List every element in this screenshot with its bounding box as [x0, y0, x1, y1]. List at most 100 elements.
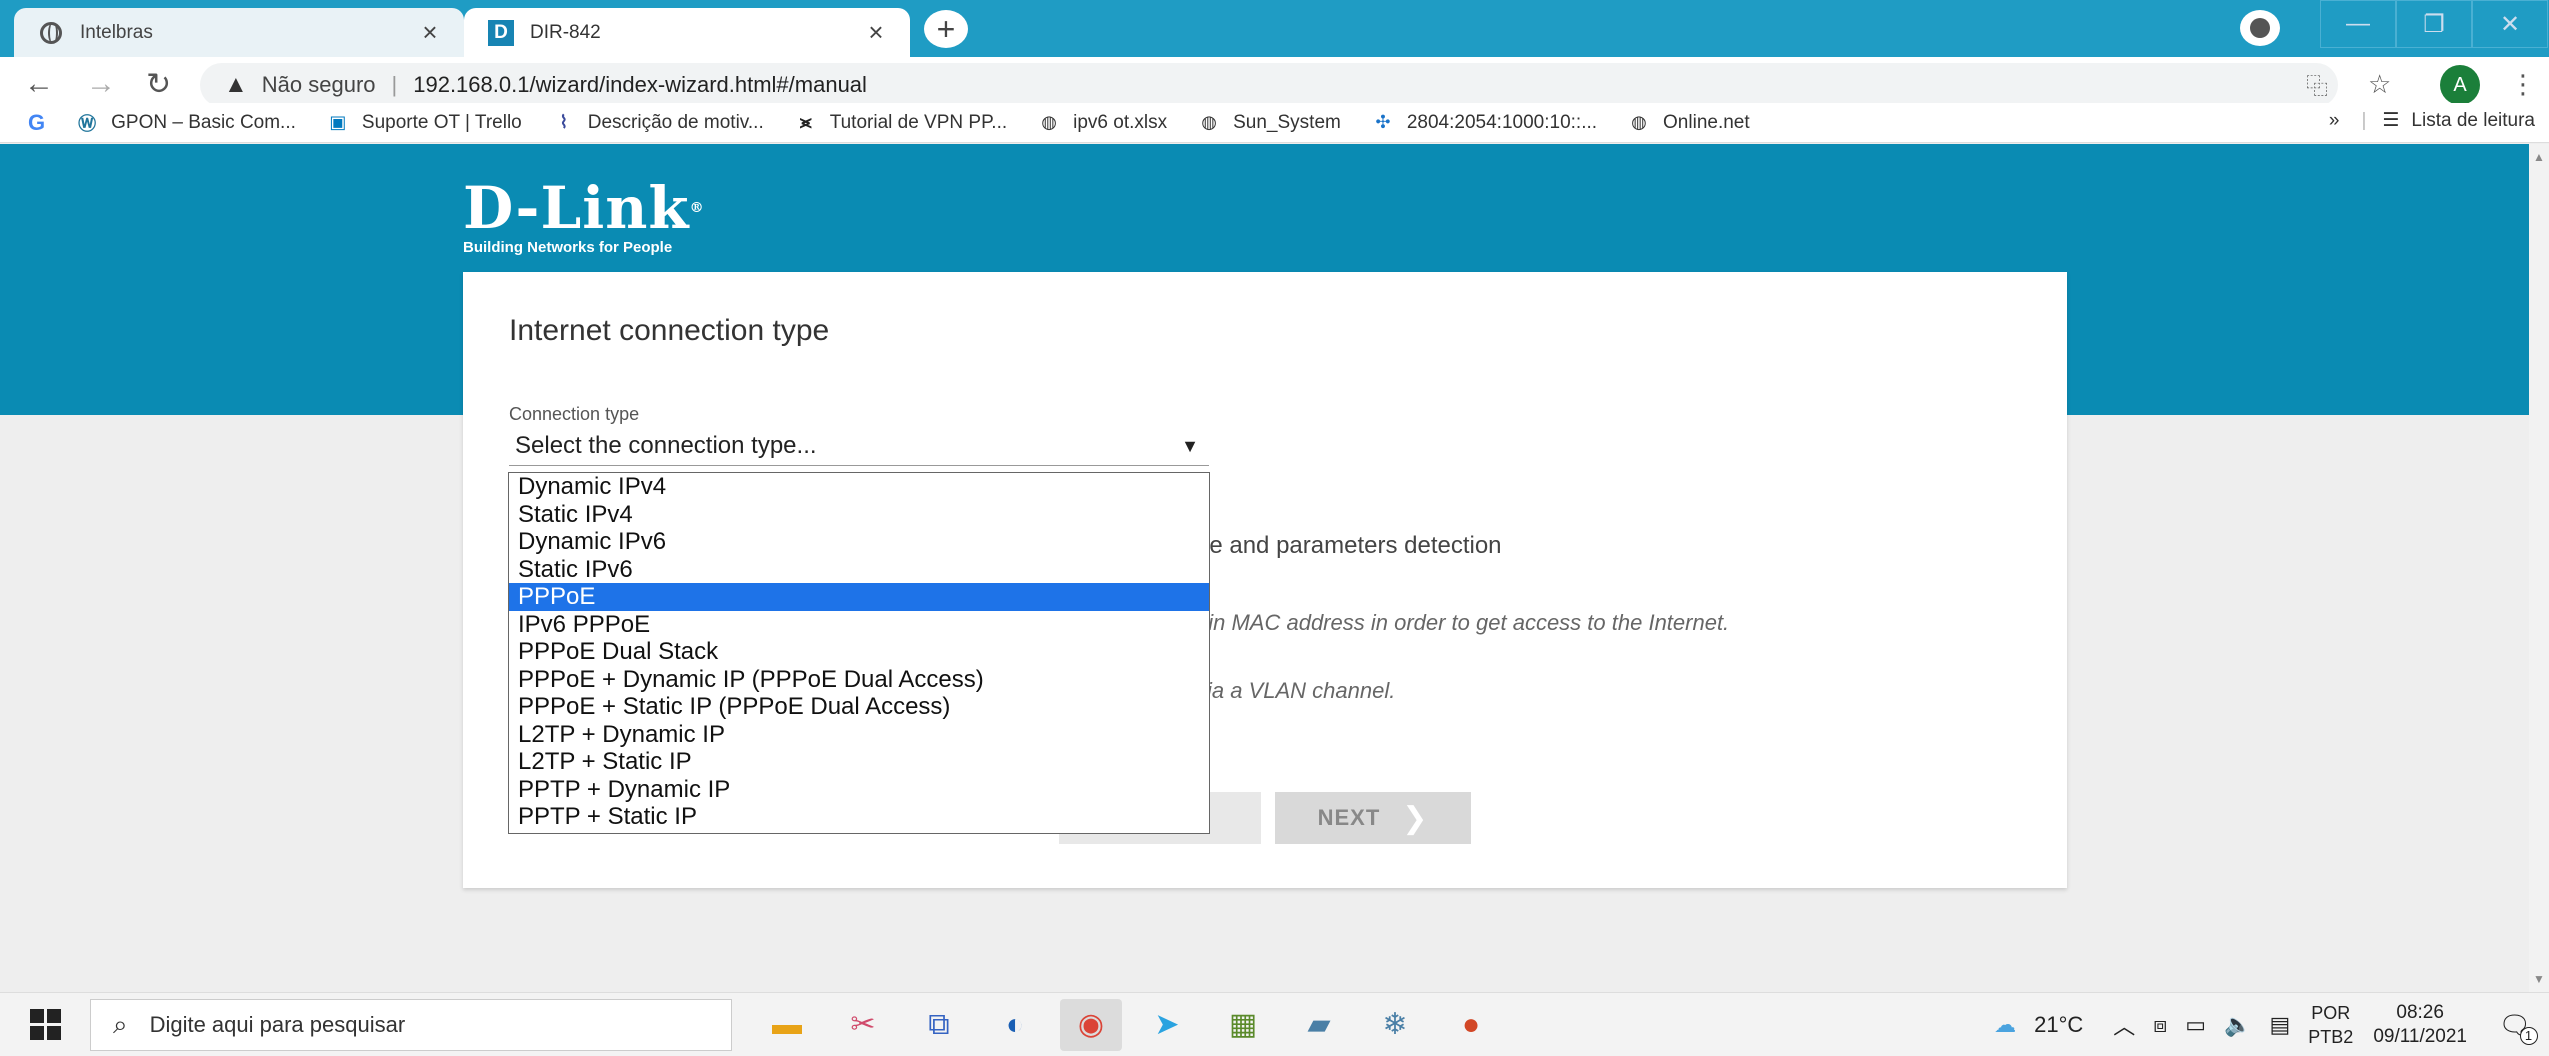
connection-type-select[interactable]: Select the connection type... ▼: [509, 426, 1209, 466]
dropdown-option[interactable]: Static IPv6: [509, 556, 1209, 584]
chrome-icon[interactable]: ◉: [1060, 998, 1122, 1051]
close-icon[interactable]: ×: [856, 17, 896, 48]
new-tab-button[interactable]: +: [924, 10, 968, 48]
bookmark-label: Online.net: [1663, 111, 1750, 133]
bookmark-item[interactable]: ⪤ Tutorial de VPN PP...: [794, 111, 1007, 135]
tab-title: DIR-842: [530, 21, 601, 43]
file-explorer-icon[interactable]: ▬: [756, 999, 818, 1051]
battery-icon[interactable]: ▭: [2185, 1012, 2206, 1038]
spreadsheet-icon[interactable]: ▦: [1212, 999, 1274, 1051]
page-scrollbar[interactable]: ▲ ▼: [2529, 144, 2549, 992]
windows-logo-icon: [29, 1009, 61, 1040]
tab-intelbras[interactable]: Intelbras ×: [14, 8, 464, 57]
window-close-icon[interactable]: ✕: [2472, 0, 2548, 48]
tab-search-icon[interactable]: [2240, 10, 2280, 46]
scroll-up-icon[interactable]: ▲: [2533, 150, 2545, 164]
search-icon: ⌕: [113, 1008, 128, 1039]
search-placeholder: Digite aqui para pesquisar: [149, 1011, 406, 1037]
dlink-favicon-icon: D: [488, 19, 514, 46]
chart-icon: ⌇: [559, 112, 569, 132]
bookmark-item[interactable]: ◍ Online.net: [1627, 111, 1750, 135]
bookmark-label: 2804:2054:1000:10::...: [1406, 111, 1598, 133]
select-value: Select the connection type...: [515, 431, 817, 459]
meet-icon[interactable]: ⧈: [2153, 1012, 2167, 1038]
vlan-hint-text: via a VLAN channel.: [1196, 678, 1396, 703]
bookmark-label: Descrição de motiv...: [587, 111, 764, 133]
address-bar[interactable]: ▲ Não seguro | 192.168.0.1 /wizard/index…: [200, 63, 2338, 107]
avatar[interactable]: A: [2440, 65, 2480, 105]
connection-type-dropdown[interactable]: Dynamic IPv4 Static IPv4 Dynamic IPv6 St…: [508, 472, 1210, 834]
globe-icon: ◍: [1041, 112, 1057, 132]
clock[interactable]: 08:26 09/11/2021: [2373, 1001, 2467, 1049]
restore-icon[interactable]: ❐: [2396, 0, 2472, 48]
network-icon: ✣: [1375, 112, 1391, 132]
network-icon[interactable]: ▤: [2269, 1012, 2290, 1038]
notification-count: 1: [2519, 1026, 2538, 1045]
dropdown-option[interactable]: L2TP + Dynamic IP: [509, 721, 1209, 749]
bookmark-item[interactable]: ▣ Suporte OT | Trello: [326, 111, 522, 135]
mac-hint-text: ain MAC address in order to get access t…: [1196, 610, 1730, 635]
security-label[interactable]: Não seguro: [262, 72, 376, 98]
clock-date: 09/11/2021: [2373, 1026, 2467, 1047]
input-language[interactable]: POR PTB2: [2308, 1001, 2353, 1049]
network-tool-icon[interactable]: ⧉: [908, 999, 970, 1051]
globe-icon: [38, 20, 64, 46]
dropdown-option[interactable]: IPv6 PPPoE: [509, 611, 1209, 639]
wordpress-icon: Ⓦ: [78, 113, 97, 134]
dropdown-option[interactable]: Dynamic IPv6: [509, 528, 1209, 556]
reload-icon[interactable]: ↻: [146, 67, 171, 102]
globe-icon: ◍: [1631, 112, 1647, 132]
reading-list-icon: ☰: [2382, 110, 2400, 131]
caret-down-icon: ▼: [1181, 436, 1199, 456]
vpn-icon: ⪤: [799, 112, 812, 132]
system-tray: ☁ 21°C ︿ ⧈ ▭ 🔈 ▤ POR PTB2 08:26 09/11/20…: [1994, 993, 2549, 1056]
dropdown-option[interactable]: PPPoE Dual Stack: [509, 638, 1209, 666]
chevron-right-icon: ❯: [1402, 801, 1429, 835]
dropdown-option[interactable]: Dynamic IPv4: [509, 473, 1209, 501]
bookmark-item[interactable]: Ⓦ GPON – Basic Com...: [75, 111, 296, 135]
dropdown-option[interactable]: PPTP + Dynamic IP: [509, 776, 1209, 804]
taskbar-search-input[interactable]: ⌕ Digite aqui para pesquisar: [90, 998, 732, 1051]
close-icon[interactable]: ×: [410, 17, 450, 48]
dropdown-option[interactable]: Static IPv4: [509, 501, 1209, 529]
arrow-left-icon[interactable]: ←: [24, 67, 54, 101]
weather-icon[interactable]: ☁: [1994, 1012, 2016, 1038]
scroll-down-icon[interactable]: ▼: [2533, 972, 2545, 986]
tab-dir-842[interactable]: D DIR-842 ×: [464, 8, 910, 57]
chevron-more-icon[interactable]: »: [2329, 110, 2340, 132]
bookmark-item[interactable]: ⌇ Descrição de motiv...: [552, 111, 764, 135]
bookmark-item[interactable]: ◍ Sun_System: [1197, 111, 1341, 135]
arrow-right-icon[interactable]: →: [86, 67, 116, 101]
bookmark-item[interactable]: ◍ ipv6 ot.xlsx: [1037, 111, 1167, 135]
dropdown-option[interactable]: PPTP + Static IP: [509, 803, 1209, 831]
snowflake-icon[interactable]: ❄: [1364, 999, 1426, 1051]
bookmark-label: Suporte OT | Trello: [361, 111, 522, 133]
tab-title: Intelbras: [80, 21, 153, 43]
next-button[interactable]: NEXT ❯: [1275, 792, 1471, 844]
edge-icon[interactable]: ◐: [984, 999, 1046, 1051]
minimize-icon[interactable]: —: [2320, 0, 2396, 48]
star-icon[interactable]: ☆: [2368, 69, 2391, 100]
dropdown-option[interactable]: PPPoE + Static IP (PPPoE Dual Access): [509, 693, 1209, 721]
telegram-icon[interactable]: ➤: [1136, 999, 1198, 1051]
dropdown-option[interactable]: PPPoE + Dynamic IP (PPPoE Dual Access): [509, 666, 1209, 694]
powerpoint-icon[interactable]: ●: [1440, 999, 1502, 1051]
notes-icon[interactable]: ▰: [1288, 999, 1350, 1051]
weather-temperature[interactable]: 21°C: [2034, 1012, 2083, 1038]
chevron-up-icon[interactable]: ︿: [2113, 1009, 2135, 1041]
speaker-icon[interactable]: 🔈: [2224, 1012, 2251, 1038]
kebab-menu-icon[interactable]: ⋮: [2510, 69, 2536, 100]
keyboard-layout: PTB2: [2308, 1027, 2354, 1047]
reading-list-button[interactable]: Lista de leitura: [2411, 110, 2535, 132]
dropdown-option[interactable]: L2TP + Static IP: [509, 748, 1209, 776]
google-icon[interactable]: G: [28, 110, 45, 136]
start-button[interactable]: [0, 993, 90, 1056]
dropdown-option-selected[interactable]: PPPoE: [509, 583, 1209, 611]
dlink-logo: D-Link® Building Networks for People: [463, 174, 705, 256]
lang-code: POR: [2311, 1003, 2351, 1023]
notification-center-icon[interactable]: 🗨 1: [2493, 1005, 2538, 1045]
translate-icon[interactable]: ⿻: [2306, 69, 2328, 101]
bookmark-item[interactable]: ✣ 2804:2054:1000:10::...: [1371, 111, 1597, 135]
next-label: NEXT: [1317, 805, 1381, 830]
snipping-tool-icon[interactable]: ✂: [832, 999, 894, 1051]
